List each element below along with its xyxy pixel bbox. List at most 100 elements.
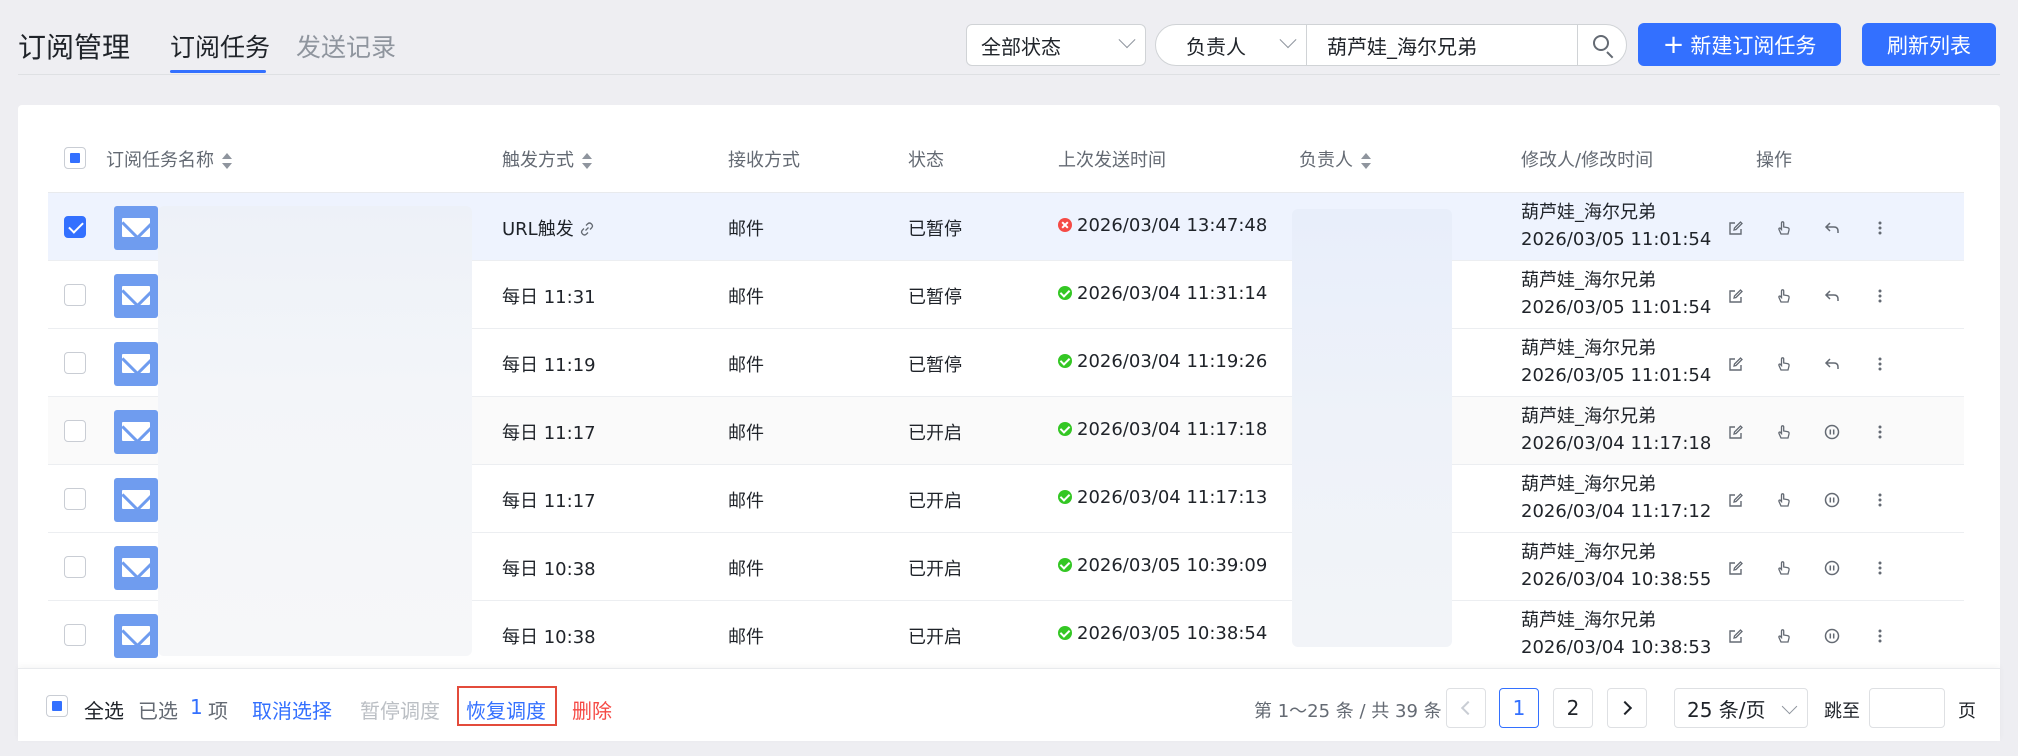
row-checkbox[interactable] xyxy=(64,284,86,306)
trigger-cell: 每日 10:38 xyxy=(502,555,596,581)
receive-cell: 邮件 xyxy=(728,219,764,240)
row-actions xyxy=(1724,218,1904,238)
row-checkbox[interactable] xyxy=(64,624,86,646)
prev-page-button[interactable] xyxy=(1446,688,1486,728)
edit-icon[interactable] xyxy=(1726,218,1746,238)
search-icon-handle xyxy=(1606,51,1614,59)
page-1-button[interactable]: 1 xyxy=(1499,688,1539,728)
refresh-list-button[interactable]: 刷新列表 xyxy=(1862,23,1996,66)
hand-icon[interactable] xyxy=(1774,626,1794,646)
owner-field-select[interactable]: 负责人 xyxy=(1155,24,1307,66)
status-cell: 已暂停 xyxy=(908,287,962,308)
select-all-label[interactable]: 全选 xyxy=(84,695,124,724)
hand-icon[interactable] xyxy=(1774,286,1794,306)
hand-icon[interactable] xyxy=(1774,218,1794,238)
more-icon[interactable] xyxy=(1870,422,1890,442)
receive-cell: 邮件 xyxy=(728,287,764,308)
row-actions xyxy=(1724,626,1904,646)
link-icon[interactable] xyxy=(579,221,595,237)
col-owner[interactable]: 负责人 xyxy=(1299,146,1371,172)
tab-subscription-tasks[interactable]: 订阅任务 xyxy=(170,28,270,64)
row-actions xyxy=(1724,286,1904,306)
last-send-cell: 2026/03/04 11:17:13 xyxy=(1058,487,1267,508)
row-checkbox[interactable] xyxy=(64,488,86,510)
hand-icon[interactable] xyxy=(1774,354,1794,374)
row-checkbox[interactable] xyxy=(64,556,86,578)
edit-icon[interactable] xyxy=(1726,626,1746,646)
pause-icon[interactable] xyxy=(1822,422,1842,442)
modified-cell: 葫芦娃_海尔兄弟 2026/03/04 10:38:55 xyxy=(1521,539,1711,593)
edit-icon[interactable] xyxy=(1726,286,1746,306)
trigger-text: 每日 11:17 xyxy=(502,491,596,512)
edit-icon[interactable] xyxy=(1726,354,1746,374)
redacted-task-names xyxy=(158,206,472,656)
chevron-down-icon xyxy=(1118,31,1136,49)
hand-icon[interactable] xyxy=(1774,558,1794,578)
modifier-name: 葫芦娃_海尔兄弟 xyxy=(1521,202,1656,223)
tab-send-records[interactable]: 发送记录 xyxy=(296,28,396,64)
trigger-text: 每日 10:38 xyxy=(502,559,596,580)
row-checkbox[interactable] xyxy=(64,352,86,374)
pagination-info: 第 1～25 条 / 共 39 条 xyxy=(1254,701,1442,722)
receive-cell: 邮件 xyxy=(728,627,764,648)
new-subscription-button[interactable]: + 新建订阅任务 xyxy=(1638,23,1841,66)
success-icon xyxy=(1058,490,1072,504)
error-icon xyxy=(1058,218,1072,232)
trigger-text: URL触发 xyxy=(502,219,574,240)
edit-icon[interactable] xyxy=(1726,490,1746,510)
edit-icon[interactable] xyxy=(1726,422,1746,442)
last-send-text: 2026/03/05 10:39:09 xyxy=(1077,555,1268,576)
modified-time: 2026/03/04 11:17:18 xyxy=(1521,433,1712,454)
new-subscription-label: 新建订阅任务 xyxy=(1690,33,1817,58)
resume-icon[interactable] xyxy=(1822,286,1842,306)
trigger-text: 每日 10:38 xyxy=(502,627,596,648)
pause-icon[interactable] xyxy=(1822,558,1842,578)
last-send-cell: 2026/03/05 10:38:54 xyxy=(1058,623,1267,644)
more-icon[interactable] xyxy=(1870,218,1890,238)
row-actions xyxy=(1724,490,1904,510)
mail-icon xyxy=(114,546,158,590)
jump-page-input[interactable] xyxy=(1869,688,1945,728)
col-trigger-label: 触发方式 xyxy=(502,150,574,171)
hand-icon[interactable] xyxy=(1774,422,1794,442)
row-checkbox[interactable] xyxy=(64,420,86,442)
more-icon[interactable] xyxy=(1870,354,1890,374)
table-header: 订阅任务名称 触发方式 接收方式 状态 上次发送时间 负责人 修改人/修改时间 … xyxy=(48,123,1964,193)
select-all-checkbox[interactable] xyxy=(46,695,68,717)
status-cell: 已暂停 xyxy=(908,219,962,240)
resume-schedule-button[interactable]: 恢复调度 xyxy=(466,695,546,724)
trigger-cell: 每日 11:31 xyxy=(502,283,596,309)
status-filter-select[interactable]: 全部状态 xyxy=(966,24,1146,66)
search-button[interactable] xyxy=(1577,24,1627,66)
owner-search-input[interactable]: 葫芦娃_海尔兄弟 xyxy=(1306,24,1578,66)
hand-icon[interactable] xyxy=(1774,490,1794,510)
pause-icon[interactable] xyxy=(1822,490,1842,510)
more-icon[interactable] xyxy=(1870,558,1890,578)
mail-icon xyxy=(114,342,158,386)
col-trigger[interactable]: 触发方式 xyxy=(502,146,592,172)
page-size-select[interactable]: 25 条/页 xyxy=(1674,688,1808,728)
select-all-checkbox-header[interactable] xyxy=(64,147,86,169)
page-2-button[interactable]: 2 xyxy=(1553,688,1593,728)
row-checkbox[interactable] xyxy=(64,216,86,238)
edit-icon[interactable] xyxy=(1726,558,1746,578)
modifier-name: 葫芦娃_海尔兄弟 xyxy=(1521,610,1656,631)
plus-icon: + xyxy=(1662,29,1685,60)
delete-button[interactable]: 删除 xyxy=(572,695,612,724)
resume-icon[interactable] xyxy=(1822,218,1842,238)
col-actions: 操作 xyxy=(1756,150,1792,171)
last-send-cell: 2026/03/04 11:17:18 xyxy=(1058,419,1267,440)
col-task-name[interactable]: 订阅任务名称 xyxy=(106,146,232,172)
pause-schedule-button[interactable]: 暂停调度 xyxy=(360,695,440,724)
status-cell: 已开启 xyxy=(908,627,962,648)
more-icon[interactable] xyxy=(1870,626,1890,646)
next-page-button[interactable] xyxy=(1607,688,1647,728)
more-icon[interactable] xyxy=(1870,286,1890,306)
trigger-cell: 每日 11:17 xyxy=(502,419,596,445)
more-icon[interactable] xyxy=(1870,490,1890,510)
cancel-selection-button[interactable]: 取消选择 xyxy=(252,695,332,724)
col-status: 状态 xyxy=(908,150,944,171)
trigger-cell: 每日 11:17 xyxy=(502,487,596,513)
pause-icon[interactable] xyxy=(1822,626,1842,646)
resume-icon[interactable] xyxy=(1822,354,1842,374)
